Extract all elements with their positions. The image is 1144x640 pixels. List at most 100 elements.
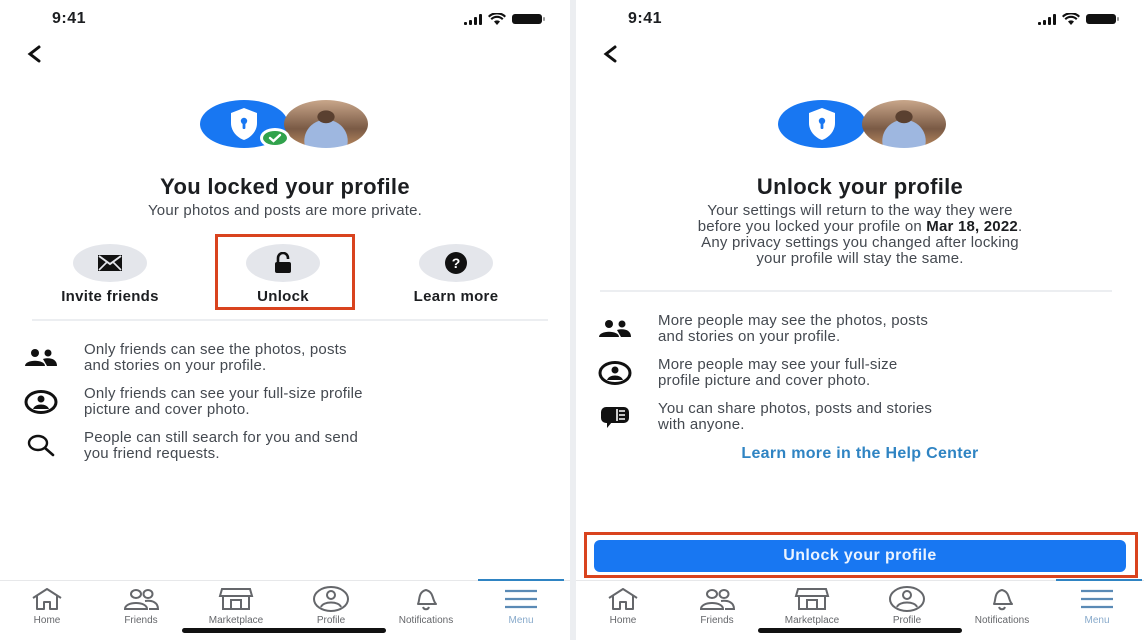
lock-date: Mar 18, 2022 xyxy=(926,218,1018,235)
info-list: More people may see the photos, posts and… xyxy=(598,313,1118,445)
envelope-icon xyxy=(98,255,122,271)
status-bar: 9:41 xyxy=(576,8,1144,32)
check-icon xyxy=(268,133,282,143)
learn-more-button[interactable]: ? Learn more xyxy=(371,238,541,308)
info-line: and stories on your profile. xyxy=(658,328,841,345)
friends-icon xyxy=(599,320,631,337)
profile-avatar xyxy=(284,100,368,148)
tab-friends[interactable]: Friends xyxy=(672,585,762,626)
invite-friends-button[interactable]: Invite friends xyxy=(25,238,195,308)
profile-circle-icon xyxy=(598,361,632,385)
home-indicator xyxy=(758,628,962,633)
info-line: Only friends can see the photos, posts xyxy=(84,341,347,358)
profile-lock-hero xyxy=(200,100,370,150)
friends-outline-icon xyxy=(699,589,736,610)
shield-lock-icon xyxy=(809,108,835,140)
page-subtitle: Your photos and posts are more private. xyxy=(147,202,423,219)
profile-lock-hero xyxy=(778,100,948,150)
status-time: 9:41 xyxy=(628,10,663,27)
page-title: Unlock your profile xyxy=(756,174,964,199)
bottom-tab-bar: Home Friends Marketplace Profile Notific… xyxy=(576,579,1144,630)
info-line: People can still search for you and send xyxy=(84,429,358,446)
tab-marketplace[interactable]: Marketplace xyxy=(767,585,857,626)
info-item: More people may see the photos, posts and… xyxy=(598,313,1118,357)
menu-icon xyxy=(1081,589,1113,609)
status-bar: 9:41 xyxy=(0,8,570,32)
signal-icon xyxy=(1038,13,1056,25)
profile-circle-icon xyxy=(24,390,58,414)
wifi-icon xyxy=(488,13,506,25)
help-center-link[interactable]: Learn more in the Help Center xyxy=(576,445,1144,463)
divider xyxy=(32,319,548,321)
tab-profile[interactable]: Profile xyxy=(862,585,952,626)
info-line: More people may see the photos, posts xyxy=(658,312,929,329)
tab-marketplace[interactable]: Marketplace xyxy=(191,585,281,626)
tab-notifications[interactable]: Notifications xyxy=(957,585,1047,626)
info-item: You can share photos, posts and stories w… xyxy=(598,401,1118,445)
status-time: 9:41 xyxy=(52,10,87,27)
tab-profile[interactable]: Profile xyxy=(286,585,376,626)
back-button[interactable] xyxy=(600,40,624,68)
learn-more-label: Learn more xyxy=(413,288,499,305)
active-tab-indicator xyxy=(1056,579,1142,581)
status-icons xyxy=(464,13,545,25)
phone-screen-locked: 9:41 You locked your profile Your photos… xyxy=(0,0,570,640)
profile-icon xyxy=(313,586,349,612)
invite-friends-label: Invite friends xyxy=(61,288,159,305)
info-item: Only friends can see your full-size prof… xyxy=(24,386,544,430)
page-title: You locked your profile xyxy=(160,174,410,199)
marketplace-icon xyxy=(218,588,254,610)
battery-icon xyxy=(512,14,545,24)
signal-icon xyxy=(464,13,482,25)
question-icon: ? xyxy=(445,252,467,274)
info-line: and stories on your profile. xyxy=(84,357,267,374)
tab-menu[interactable]: Menu xyxy=(476,585,566,626)
info-item: Only friends can see the photos, posts an… xyxy=(24,342,544,386)
tab-home[interactable]: Home xyxy=(578,585,668,626)
info-line: You can share photos, posts and stories xyxy=(658,400,933,417)
divider xyxy=(600,290,1112,292)
home-indicator xyxy=(182,628,386,633)
highlight-box-unlock-profile xyxy=(584,532,1138,578)
search-icon xyxy=(27,434,55,457)
active-tab-indicator xyxy=(478,579,564,581)
shield-badge xyxy=(778,100,866,148)
info-line: Only friends can see your full-size prof… xyxy=(84,385,363,402)
info-line: picture and cover photo. xyxy=(84,401,250,418)
info-line: with anyone. xyxy=(658,416,745,433)
info-line: More people may see your full-size xyxy=(658,356,898,373)
phone-screen-unlock: 9:41 Unlock your profile Your settings w… xyxy=(576,0,1144,640)
bell-icon xyxy=(417,589,437,611)
info-item: People can still search for you and send… xyxy=(24,430,544,474)
tab-friends[interactable]: Friends xyxy=(96,585,186,626)
menu-icon xyxy=(505,589,537,609)
friends-outline-icon xyxy=(123,589,160,610)
info-line: you friend requests. xyxy=(84,445,220,462)
share-message-icon xyxy=(601,407,629,428)
tab-home[interactable]: Home xyxy=(2,585,92,626)
bottom-tab-bar: Home Friends Marketplace Profile Notific… xyxy=(0,579,570,630)
back-button[interactable] xyxy=(24,40,48,68)
battery-icon xyxy=(1086,14,1119,24)
info-line: profile picture and cover photo. xyxy=(658,372,871,389)
info-list: Only friends can see the photos, posts an… xyxy=(24,342,544,474)
home-icon xyxy=(608,588,638,610)
chevron-left-icon xyxy=(603,45,617,63)
highlight-box-unlock xyxy=(215,234,355,310)
home-icon xyxy=(32,588,62,610)
marketplace-icon xyxy=(794,588,830,610)
profile-icon xyxy=(889,586,925,612)
profile-avatar xyxy=(862,100,946,148)
tab-menu[interactable]: Menu xyxy=(1052,585,1142,626)
wifi-icon xyxy=(1062,13,1080,25)
page-subtitle: Your settings will return to the way the… xyxy=(697,202,1023,267)
status-icons xyxy=(1038,13,1119,25)
bell-icon xyxy=(993,589,1013,611)
shield-lock-icon xyxy=(231,108,257,140)
chevron-left-icon xyxy=(27,45,41,63)
check-badge xyxy=(260,128,290,148)
tab-notifications[interactable]: Notifications xyxy=(381,585,471,626)
svg-text:?: ? xyxy=(452,255,461,271)
friends-icon xyxy=(25,349,57,366)
info-item: More people may see your full-size profil… xyxy=(598,357,1118,401)
